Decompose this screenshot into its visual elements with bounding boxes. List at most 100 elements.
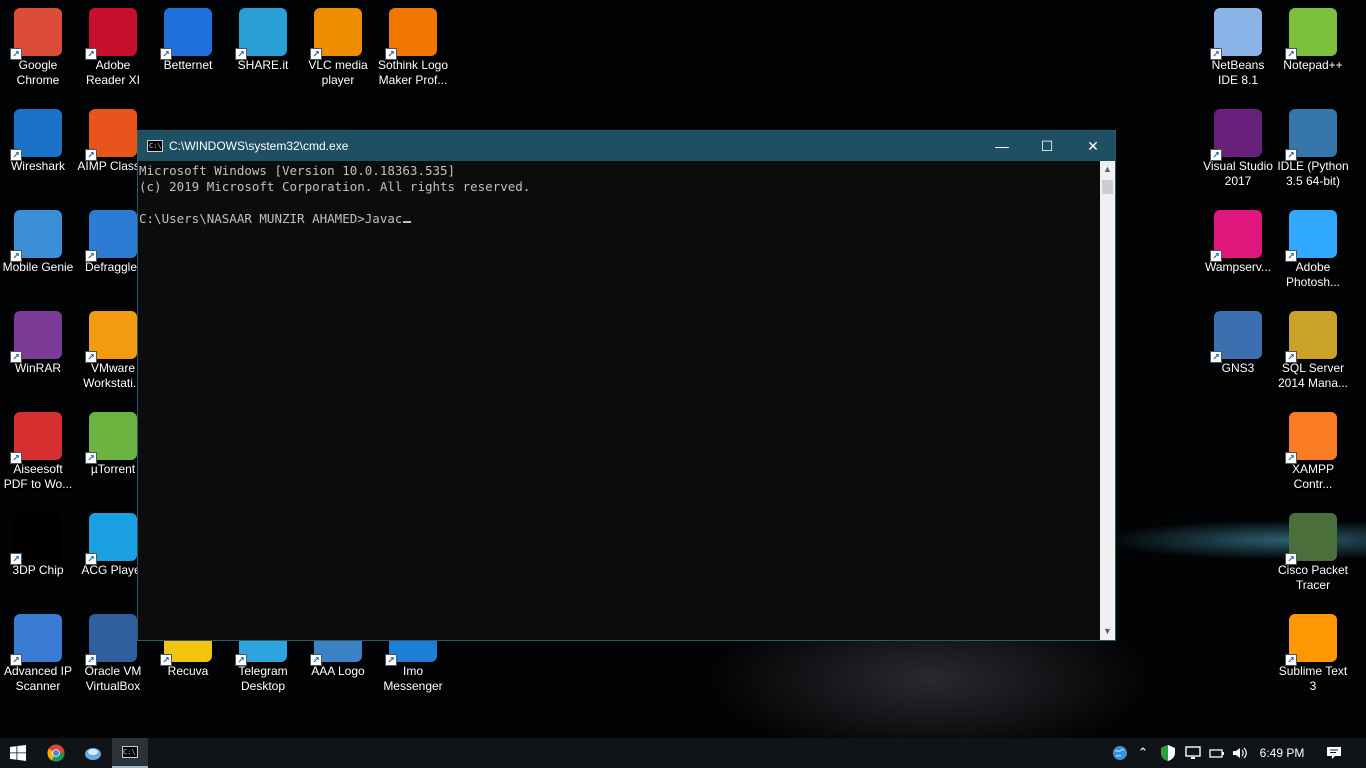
console-prompt-line[interactable]: C:\Users\NASAAR MUNZIR AHAMED>Javac: [139, 211, 1100, 227]
scroll-down-arrow-icon[interactable]: ▼: [1100, 623, 1115, 640]
desktop-icon-label: XAMPP Contr...: [1291, 462, 1334, 491]
shortcut-arrow-icon: ↗: [85, 250, 97, 262]
notepadpp-icon: ↗: [1285, 8, 1337, 60]
desktop-icon[interactable]: ↗ IDLE (Python 3.5 64-bit): [1275, 101, 1351, 197]
desktop-icon-label: Notepad++: [1283, 58, 1343, 72]
desktop-icon[interactable]: ↗ XAMPP Contr...: [1275, 404, 1351, 500]
shortcut-arrow-icon: ↗: [85, 452, 97, 464]
desktop-icon-label: Telegram Desktop: [238, 664, 288, 693]
gns3-icon: ↗: [1210, 311, 1262, 363]
desktop-icon-label: 3DP Chip: [12, 563, 64, 577]
netbeans-icon: ↗: [1210, 8, 1262, 60]
shortcut-arrow-icon: ↗: [1210, 48, 1222, 60]
defraggler-icon: ↗: [85, 210, 137, 262]
taskbar-clock[interactable]: 6:49 PM: [1250, 738, 1314, 768]
desktop-icon[interactable]: ↗ 3DP Chip: [0, 505, 76, 601]
desktop-icon-label: Adobe Photosh...: [1285, 260, 1341, 289]
desktop-icon[interactable]: ↗ Adobe Photosh...: [1275, 202, 1351, 298]
shortcut-arrow-icon: ↗: [1285, 250, 1297, 262]
desktop-icon-label: Adobe Reader XI: [85, 58, 141, 87]
close-button[interactable]: ✕: [1070, 131, 1116, 161]
scroll-up-arrow-icon[interactable]: ▲: [1100, 161, 1115, 178]
desktop-icon[interactable]: ↗ Advanced IP Scanner: [0, 606, 76, 702]
photoshop-icon: ↗: [1285, 210, 1337, 262]
shortcut-arrow-icon: ↗: [1285, 351, 1297, 363]
desktop-icon[interactable]: ↗ Adobe Reader XI: [75, 0, 151, 96]
desktop-icon-label: Wampserv...: [1204, 260, 1271, 274]
shortcut-arrow-icon: ↗: [10, 553, 22, 565]
cmd-window[interactable]: C:\ C:\WINDOWS\system32\cmd.exe — ☐ ✕ Mi…: [137, 130, 1116, 641]
minimize-icon: —: [995, 138, 1009, 154]
desktop-icon[interactable]: ↗ NetBeans IDE 8.1: [1200, 0, 1276, 96]
desktop-icon[interactable]: ↗ Aiseesoft PDF to Wo...: [0, 404, 76, 500]
3dp-chip-icon: ↗: [10, 513, 62, 565]
desktop-icon[interactable]: ↗ Sublime Text 3: [1275, 606, 1351, 702]
desktop-icon[interactable]: ↗ Cisco Packet Tracer: [1275, 505, 1351, 601]
sothink-icon: ↗: [385, 8, 437, 60]
taskbar-mobile-genie-button[interactable]: [75, 738, 111, 768]
xampp-icon: ↗: [1285, 412, 1337, 464]
maximize-button[interactable]: ☐: [1024, 131, 1070, 161]
action-center-icon[interactable]: [1322, 738, 1346, 768]
shortcut-arrow-icon: ↗: [10, 149, 22, 161]
shortcut-arrow-icon: ↗: [1285, 452, 1297, 464]
desktop-icon[interactable]: ↗ Wampserv...: [1200, 202, 1276, 298]
vertical-scrollbar[interactable]: ▲ ▼: [1100, 161, 1115, 640]
chrome-icon: [47, 744, 65, 762]
tray-power-icon[interactable]: [1207, 738, 1227, 768]
shortcut-arrow-icon: ↗: [310, 48, 322, 60]
shortcut-arrow-icon: ↗: [310, 654, 322, 666]
console-line-2: (c) 2019 Microsoft Corporation. All righ…: [139, 179, 531, 194]
tray-overflow-icon[interactable]: ⌃: [1136, 738, 1150, 768]
shortcut-arrow-icon: ↗: [85, 48, 97, 60]
desktop-icon-label: Sothink Logo Maker Prof...: [377, 58, 449, 87]
shareit-icon: ↗: [235, 8, 287, 60]
taskbar-cmd-button[interactable]: C:\: [112, 738, 148, 768]
windows-logo-icon: [10, 745, 26, 761]
shortcut-arrow-icon: ↗: [1285, 654, 1297, 666]
desktop-icon[interactable]: ↗ Notepad++: [1275, 0, 1351, 96]
start-button[interactable]: [0, 738, 36, 768]
shortcut-arrow-icon: ↗: [10, 48, 22, 60]
mobile-genie-icon: ↗: [10, 210, 62, 262]
shortcut-arrow-icon: ↗: [160, 48, 172, 60]
cmd-titlebar[interactable]: C:\ C:\WINDOWS\system32\cmd.exe — ☐ ✕: [138, 131, 1115, 161]
desktop-icon[interactable]: ↗ WinRAR: [0, 303, 76, 399]
desktop-icon[interactable]: ↗ Sothink Logo Maker Prof...: [375, 0, 451, 96]
shortcut-arrow-icon: ↗: [160, 654, 172, 666]
desktop-icon-label: VLC media player: [308, 58, 368, 87]
mobile-genie-icon: [85, 748, 101, 760]
desktop-icon-label: Sublime Text 3: [1278, 664, 1348, 693]
desktop-icon[interactable]: ↗ Wireshark: [0, 101, 76, 197]
minimize-button[interactable]: —: [979, 131, 1025, 161]
desktop-icon[interactable]: ↗ Visual Studio 2017: [1200, 101, 1276, 197]
sublime-text-icon: ↗: [1285, 614, 1337, 666]
desktop-icon[interactable]: ↗ Mobile Genie: [0, 202, 76, 298]
desktop-icon[interactable]: ↗ VLC media player: [300, 0, 376, 96]
tray-globe-icon[interactable]: [1110, 738, 1130, 768]
scrollbar-thumb[interactable]: [1102, 180, 1113, 194]
cmd-console-output[interactable]: Microsoft Windows [Version 10.0.18363.53…: [138, 161, 1100, 640]
tray-security-icon[interactable]: [1158, 738, 1178, 768]
shortcut-arrow-icon: ↗: [1210, 351, 1222, 363]
desktop-icon[interactable]: ↗ Betternet: [150, 0, 226, 96]
wireshark-icon: ↗: [10, 109, 62, 161]
console-prompt: C:\Users\NASAAR MUNZIR AHAMED>Javac: [139, 211, 403, 226]
desktop-icon-label: Oracle VM VirtualBox: [84, 664, 142, 693]
desktop-icon[interactable]: ↗ Google Chrome: [0, 0, 76, 96]
shortcut-arrow-icon: ↗: [10, 654, 22, 666]
vlc-icon: ↗: [310, 8, 362, 60]
aimp-icon: ↗: [85, 109, 137, 161]
shortcut-arrow-icon: ↗: [10, 250, 22, 262]
desktop-icon-label: GNS3: [1221, 361, 1255, 375]
shortcut-arrow-icon: ↗: [10, 452, 22, 464]
desktop-icon[interactable]: ↗ SQL Server 2014 Mana...: [1275, 303, 1351, 399]
desktop-icon[interactable]: ↗ GNS3: [1200, 303, 1276, 399]
console-line-1: Microsoft Windows [Version 10.0.18363.53…: [139, 163, 456, 178]
desktop-icon[interactable]: ↗ SHARE.it: [225, 0, 301, 96]
taskbar-chrome-button[interactable]: [38, 738, 74, 768]
desktop-icon-label: Recuva: [167, 664, 209, 678]
desktop-icon-label: Advanced IP Scanner: [3, 664, 73, 693]
tray-network-icon[interactable]: [1183, 738, 1203, 768]
tray-volume-icon[interactable]: [1230, 738, 1250, 768]
